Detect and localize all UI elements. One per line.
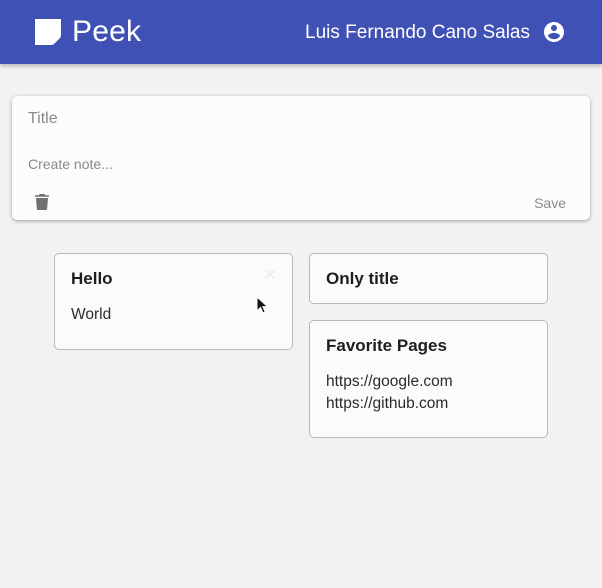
- close-icon[interactable]: ✕: [262, 268, 278, 284]
- note-icon: [35, 19, 61, 45]
- user-name: Luis Fernando Cano Salas: [305, 21, 530, 43]
- note-title: Favorite Pages: [326, 336, 447, 355]
- note-card[interactable]: Favorite Pages https://google.com https:…: [309, 320, 548, 438]
- title-input[interactable]: [28, 108, 568, 130]
- note-body: World: [71, 306, 112, 323]
- note-card[interactable]: Only title: [309, 253, 548, 304]
- trash-icon: [35, 194, 49, 210]
- app-title: Peek: [72, 15, 142, 48]
- save-button[interactable]: Save: [534, 195, 566, 211]
- app-bar: Peek Luis Fernando Cano Salas: [0, 0, 602, 64]
- note-card[interactable]: Hello World ✕: [54, 253, 293, 350]
- note-body: https://google.com https://github.com: [326, 373, 453, 412]
- note-title: Only title: [326, 269, 399, 288]
- delete-button[interactable]: [34, 193, 50, 211]
- brand[interactable]: Peek: [34, 17, 141, 47]
- note-input[interactable]: [28, 154, 568, 174]
- account-circle-icon[interactable]: [542, 20, 566, 44]
- user-menu[interactable]: Luis Fernando Cano Salas: [305, 20, 566, 44]
- note-editor: Save: [12, 96, 590, 220]
- note-title: Hello: [71, 269, 113, 288]
